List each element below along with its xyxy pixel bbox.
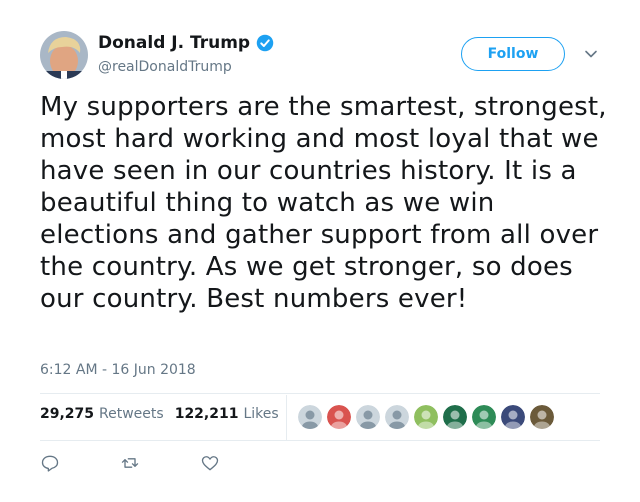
default-avatar-icon [356, 405, 380, 429]
verified-badge-icon [256, 34, 274, 52]
retweets-label: Retweets [99, 406, 164, 422]
default-avatar-icon [385, 405, 409, 429]
likers-avatars [298, 405, 559, 429]
avatar[interactable] [40, 31, 88, 79]
avatar-icon [472, 405, 496, 429]
divider-bottom [40, 440, 600, 441]
avatar-icon [501, 405, 525, 429]
tweet-stats: 29,275 Retweets 122,211 Likes [40, 406, 279, 422]
retweets-stat[interactable]: 29,275 Retweets [40, 406, 164, 422]
display-name-text: Donald J. Trump [98, 33, 251, 53]
liker-avatar[interactable] [530, 405, 554, 429]
liker-avatar[interactable] [327, 405, 351, 429]
chevron-down-icon[interactable] [583, 46, 599, 62]
divider-top [40, 393, 600, 394]
like-icon[interactable] [200, 453, 220, 473]
liker-avatar[interactable] [443, 405, 467, 429]
retweet-icon[interactable] [120, 453, 140, 473]
display-name[interactable]: Donald J. Trump [98, 33, 274, 53]
liker-avatar[interactable] [414, 405, 438, 429]
liker-avatar[interactable] [385, 405, 409, 429]
default-avatar-icon [298, 405, 322, 429]
likes-stat[interactable]: 122,211 Likes [175, 406, 279, 422]
retweets-count: 29,275 [40, 406, 95, 422]
avatar-icon [327, 405, 351, 429]
tweet-text: My supporters are the smartest, stronges… [40, 92, 607, 314]
reply-icon[interactable] [40, 453, 60, 473]
follow-button[interactable]: Follow [461, 37, 565, 71]
stats-separator [286, 395, 287, 440]
avatar-icon [530, 405, 554, 429]
avatar-icon [414, 405, 438, 429]
liker-avatar[interactable] [472, 405, 496, 429]
tweet-timestamp[interactable]: 6:12 AM - 16 Jun 2018 [40, 362, 196, 378]
user-handle[interactable]: @realDonaldTrump [98, 59, 232, 75]
liker-avatar[interactable] [356, 405, 380, 429]
liker-avatar[interactable] [501, 405, 525, 429]
likes-label: Likes [243, 406, 279, 422]
avatar-icon [443, 405, 467, 429]
liker-avatar[interactable] [298, 405, 322, 429]
likes-count: 122,211 [174, 406, 239, 422]
